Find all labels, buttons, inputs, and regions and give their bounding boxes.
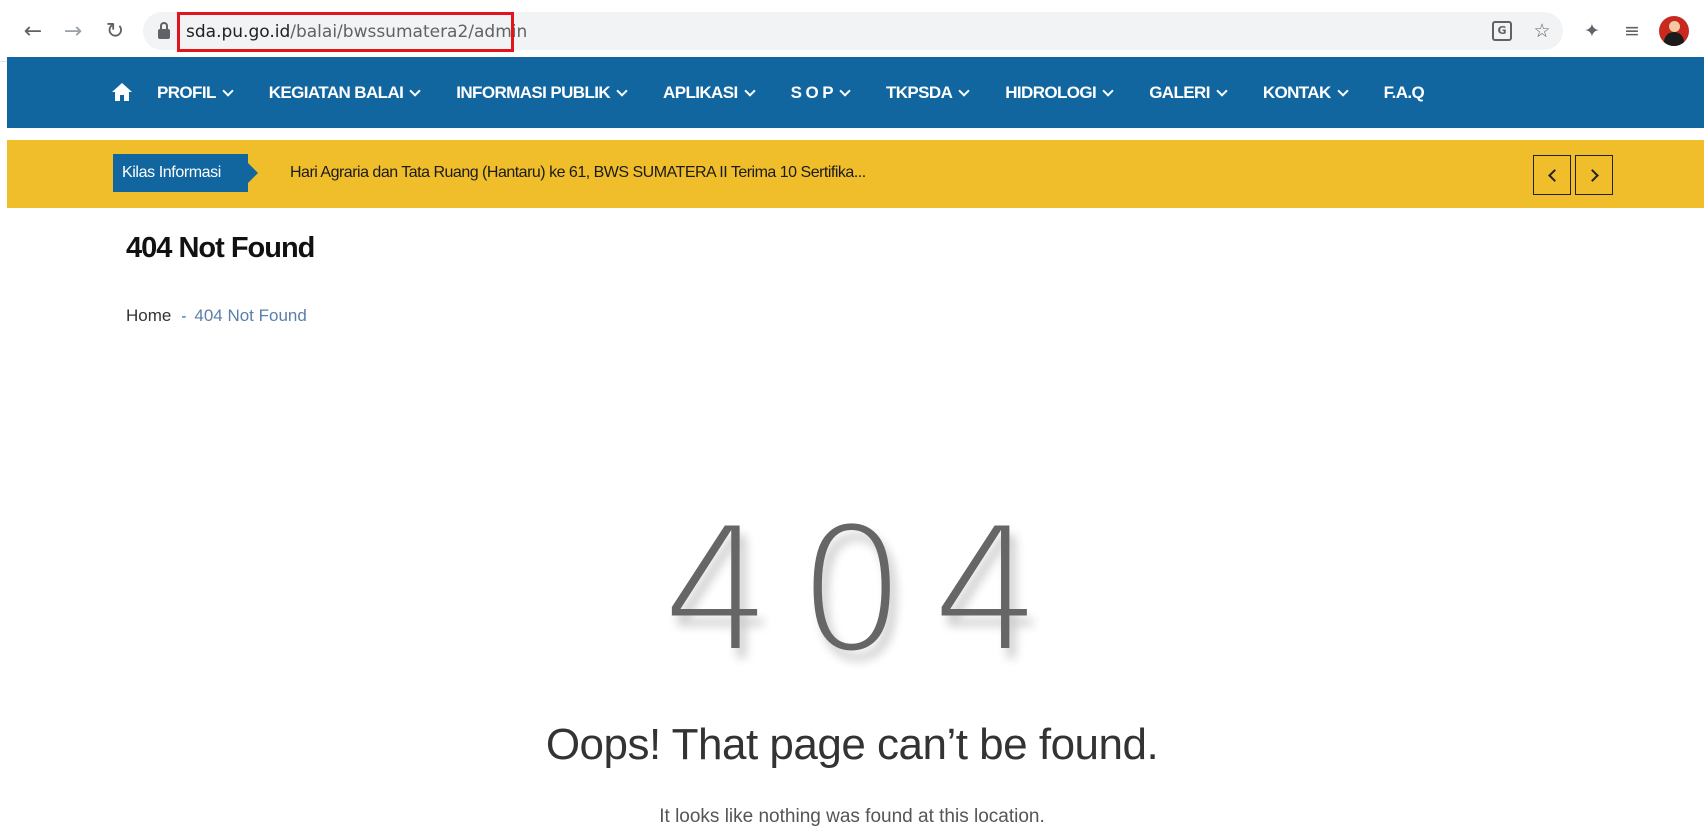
- chevron-down-icon: [743, 84, 756, 97]
- error-code: 404: [663, 492, 1069, 688]
- nav-item-faq[interactable]: F.A.Q: [1383, 82, 1425, 103]
- profile-avatar[interactable]: [1659, 16, 1689, 46]
- reload-icon[interactable]: ↻: [102, 17, 128, 45]
- chevron-down-icon: [1216, 84, 1228, 97]
- star-icon[interactable]: ☆: [1528, 17, 1556, 45]
- nav-label: F.A.Q: [1383, 82, 1425, 102]
- ticker-next-button[interactable]: [1575, 155, 1613, 195]
- nav-label: KONTAK: [1262, 82, 1331, 102]
- chevron-down-icon: [839, 84, 851, 97]
- chevron-right-icon: [1585, 168, 1599, 182]
- breadcrumb-current: 404 Not Found: [194, 306, 307, 325]
- ticker-label: Kilas Informasi: [113, 154, 258, 192]
- nav-label: APLIKASI: [663, 82, 738, 102]
- breadcrumb: Home - 404 Not Found: [126, 306, 307, 326]
- nav-item-sop[interactable]: S O P: [790, 82, 851, 103]
- error-heading: Oops! That page can’t be found.: [545, 720, 1159, 769]
- ticker-prev-button[interactable]: [1533, 155, 1571, 195]
- chevron-down-icon: [409, 84, 421, 97]
- lock-icon[interactable]: [158, 22, 170, 39]
- forward-arrow-icon[interactable]: →: [60, 17, 86, 45]
- chevron-left-icon: [1547, 168, 1561, 182]
- puzzle-icon[interactable]: ✦: [1578, 17, 1606, 45]
- breadcrumb-home-link[interactable]: Home: [126, 306, 171, 326]
- page-title: 404 Not Found: [126, 232, 315, 264]
- nav-item-galeri[interactable]: GALERI: [1149, 82, 1228, 103]
- home-icon[interactable]: [111, 82, 133, 103]
- main-navigation: PROFIL KEGIATAN BALAI INFORMASI PUBLIK A…: [7, 57, 1704, 128]
- nav-item-tkpsda[interactable]: TKPSDA: [885, 82, 970, 103]
- back-arrow-icon[interactable]: ←: [20, 17, 46, 45]
- chevron-down-icon: [1102, 84, 1114, 97]
- nav-label: HIDROLOGI: [1005, 82, 1097, 102]
- nav-item-informasi-publik[interactable]: INFORMASI PUBLIK: [456, 82, 628, 103]
- nav-item-aplikasi[interactable]: APLIKASI: [663, 82, 756, 103]
- news-ticker: Kilas Informasi Hari Agraria dan Tata Ru…: [7, 140, 1704, 208]
- nav-item-profil[interactable]: PROFIL: [157, 82, 234, 103]
- nav-label: PROFIL: [157, 82, 216, 102]
- nav-label: GALERI: [1149, 82, 1210, 102]
- nav-label: TKPSDA: [885, 82, 953, 102]
- nav-item-kontak[interactable]: KONTAK: [1262, 82, 1349, 103]
- nav-label: S O P: [790, 82, 834, 102]
- nav-item-hidrologi[interactable]: HIDROLOGI: [1005, 82, 1114, 103]
- nav-label: KEGIATAN BALAI: [268, 82, 404, 102]
- ticker-headline-link[interactable]: Hari Agraria dan Tata Ruang (Hantaru) ke…: [290, 164, 866, 184]
- nav-label: INFORMASI PUBLIK: [456, 82, 611, 102]
- breadcrumb-separator: -: [181, 307, 187, 325]
- url-highlight-box: [177, 12, 514, 52]
- translate-icon[interactable]: G: [1488, 17, 1516, 45]
- chevron-down-icon: [222, 84, 234, 97]
- nav-item-kegiatan-balai[interactable]: KEGIATAN BALAI: [268, 82, 421, 103]
- chevron-down-icon: [616, 84, 628, 97]
- chevron-down-icon: [1337, 84, 1349, 97]
- browser-toolbar: ← → ↻ sda.pu.go.id/balai/bwssumatera2/ad…: [0, 0, 1704, 62]
- reading-list-icon[interactable]: ≡: [1618, 17, 1646, 45]
- error-message: It looks like nothing was found at this …: [659, 806, 1045, 827]
- chevron-down-icon: [958, 84, 970, 97]
